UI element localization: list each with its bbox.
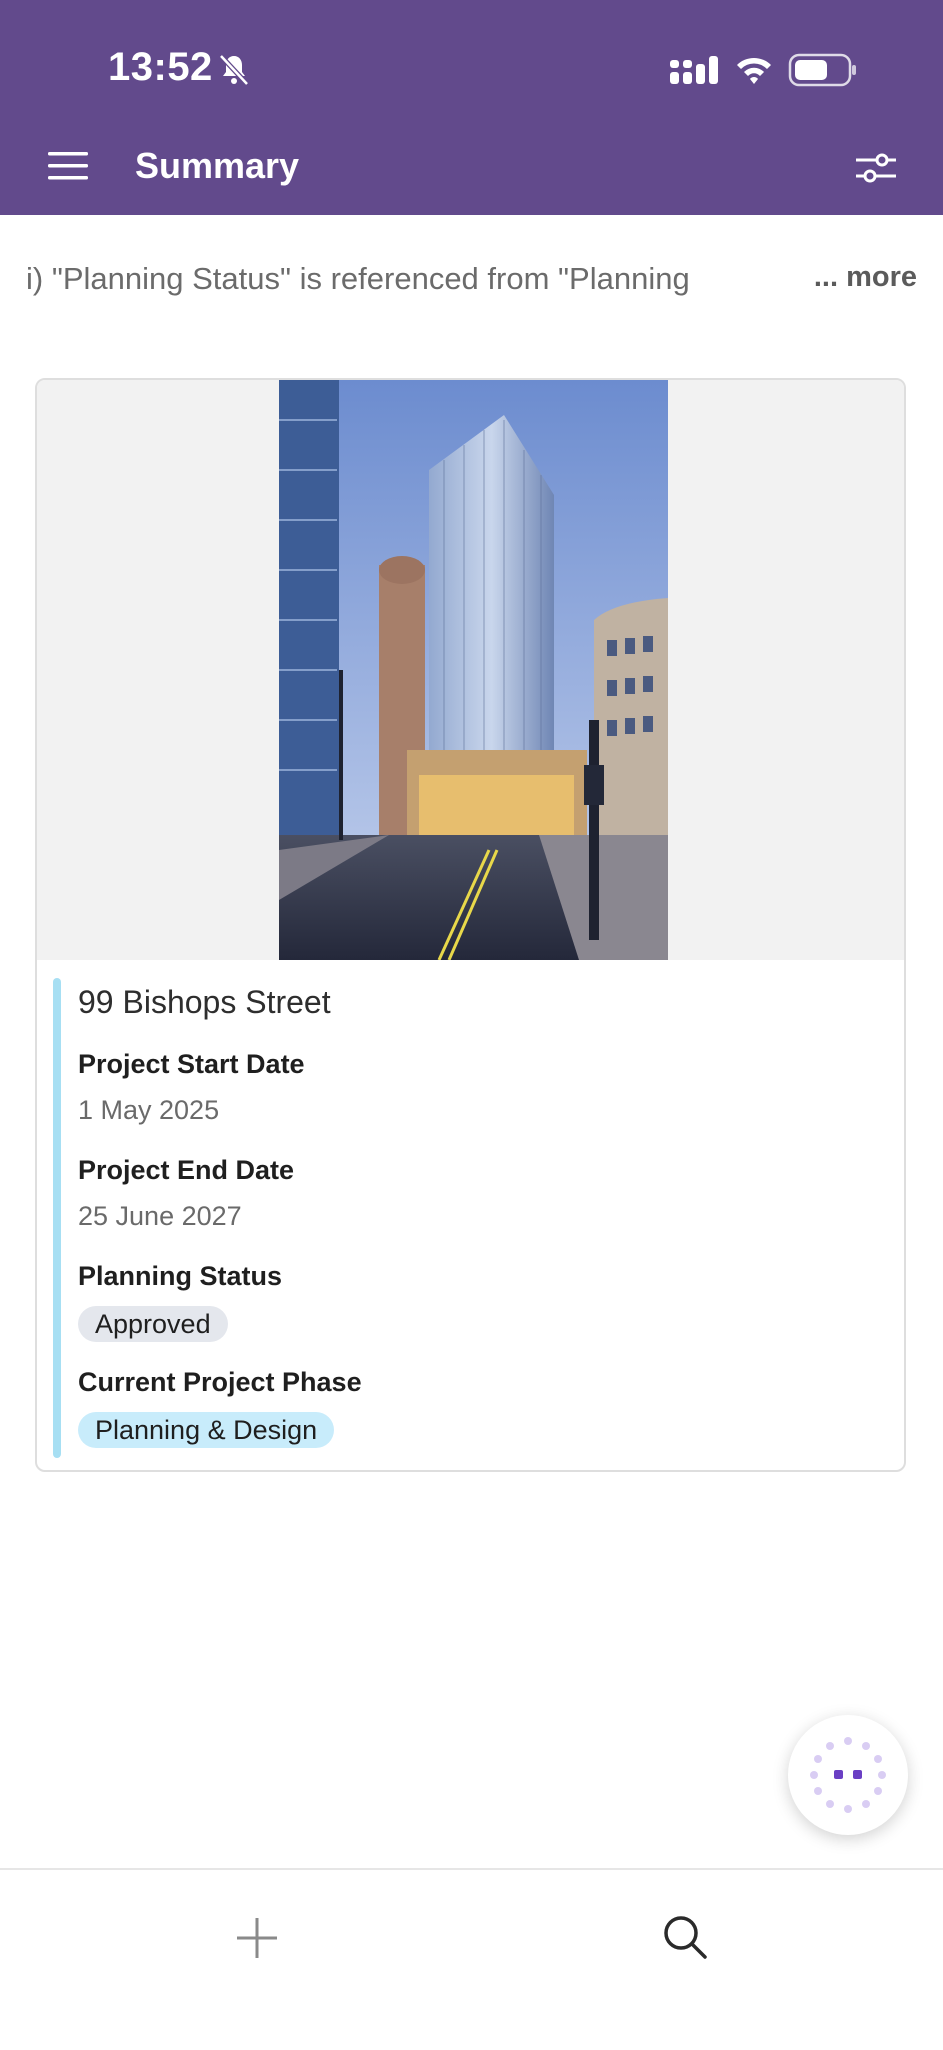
record-image-area (37, 380, 904, 960)
more-link[interactable]: ... more (814, 261, 917, 294)
menu-icon[interactable] (46, 148, 90, 184)
bell-off-icon (219, 54, 249, 86)
search-icon[interactable] (662, 1914, 708, 1960)
field-value-project-start-date: 1 May 2025 (78, 1095, 220, 1125)
cellular-signal-icon (670, 56, 718, 84)
field-label-project-start-date: Project Start Date (78, 1049, 305, 1079)
field-value-project-end-date: 25 June 2027 (78, 1201, 242, 1231)
filter-sliders-icon[interactable] (852, 148, 900, 188)
assistant-fab-button[interactable] (788, 1715, 908, 1835)
wifi-icon (737, 57, 771, 84)
record-accent-bar (53, 978, 61, 1458)
bottom-nav-bar (0, 1868, 943, 2050)
info-banner: i) "Planning Status" is referenced from … (0, 245, 943, 315)
status-time: 13:52 (108, 45, 213, 89)
project-phase-chip: Planning & Design (78, 1412, 335, 1448)
city-tower-photo (279, 380, 668, 960)
info-banner-text: i) "Planning Status" is referenced from … (26, 261, 690, 296)
loading-dots-icon (810, 1737, 886, 1813)
field-label-planning-status: Planning Status (78, 1261, 283, 1291)
add-icon[interactable] (235, 1916, 279, 1960)
record-card[interactable]: 99 Bishops Street Project Start Date 1 M… (35, 378, 906, 1472)
page-title: Summary (135, 145, 300, 186)
record-title: 99 Bishops Street (78, 984, 331, 1020)
planning-status-chip: Approved (78, 1306, 228, 1342)
app-header: 13:52 Summary (0, 0, 943, 215)
field-label-current-project-phase: Current Project Phase (78, 1367, 362, 1397)
battery-icon (788, 53, 856, 87)
field-label-project-end-date: Project End Date (78, 1155, 295, 1185)
